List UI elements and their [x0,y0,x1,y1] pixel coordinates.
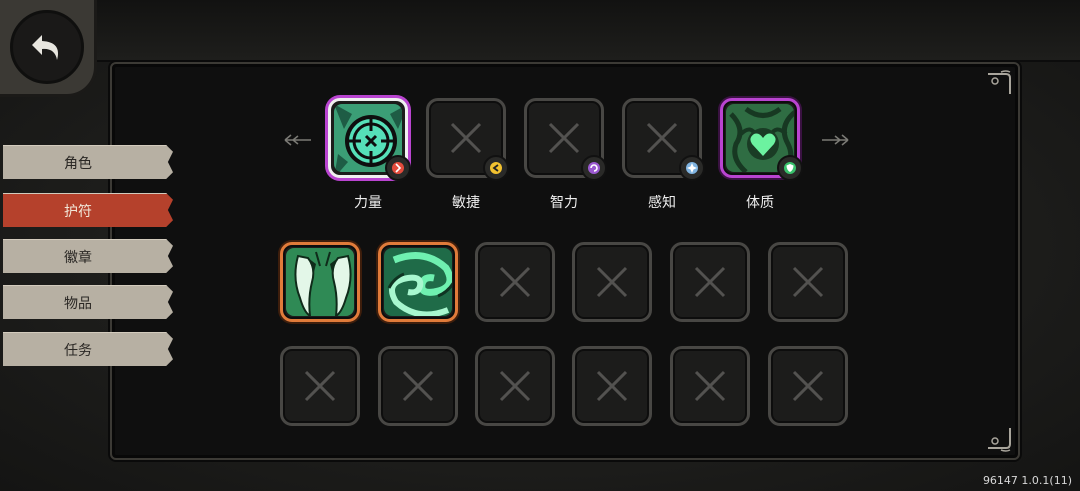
corner-ornament-bottom-right [984,424,1014,454]
stat-slot-strength[interactable] [328,98,411,181]
empty-slot-x-icon [596,370,628,402]
perception-badge-icon [679,155,705,181]
agility-badge-icon [483,155,509,181]
empty-slot-x-icon [646,122,678,154]
tab-label: 护符 [64,203,92,220]
back-arrow-icon [10,10,84,84]
stat-slot-perception[interactable] [622,98,705,181]
stat-label-agility: 敏捷 [452,195,480,211]
tab-quests[interactable]: 任务 [3,332,173,366]
tab-label: 物品 [64,295,92,312]
charm-slot[interactable] [768,346,848,426]
empty-slot-x-icon [792,266,824,298]
charm-slot[interactable] [475,242,555,322]
tab-badges[interactable]: 徽章 [3,239,173,273]
tab-label: 徽章 [64,249,92,266]
claws-charm-icon [286,248,354,316]
charm-slot[interactable] [280,346,360,426]
tab-character[interactable]: 角色 [3,145,173,179]
strength-badge-icon [385,155,411,181]
empty-slot-x-icon [499,266,531,298]
prev-page-arrow-icon[interactable] [283,132,313,148]
charm-slot[interactable] [280,242,360,322]
empty-slot-x-icon [402,370,434,402]
version-label: 96147 1.0.1(11) [982,474,1072,487]
charm-slot[interactable] [670,242,750,322]
tab-label: 任务 [64,342,92,359]
next-page-arrow-icon[interactable] [820,132,850,148]
charm-slot[interactable] [378,242,458,322]
charm-slot[interactable] [572,242,652,322]
charm-slot[interactable] [670,346,750,426]
empty-slot-x-icon [450,122,482,154]
empty-slot-x-icon [499,370,531,402]
tab-label: 角色 [64,155,92,172]
charm-slot[interactable] [572,346,652,426]
charm-slot[interactable] [475,346,555,426]
empty-slot-x-icon [304,370,336,402]
empty-slot-x-icon [694,370,726,402]
constitution-badge-icon [777,155,803,181]
empty-slot-x-icon [548,122,580,154]
stat-label-intellect: 智力 [550,195,578,211]
tab-charms[interactable]: 护符 [3,193,173,227]
corner-ornament-top-right [984,68,1014,98]
top-frame-rail [0,0,1080,62]
empty-slot-x-icon [596,266,628,298]
charm-slot[interactable] [378,346,458,426]
stat-slot-constitution[interactable] [720,98,803,181]
empty-slot-x-icon [792,370,824,402]
vortex-charm-icon [384,248,452,316]
stat-slot-intellect[interactable] [524,98,607,181]
stat-slot-agility[interactable] [426,98,509,181]
tab-items[interactable]: 物品 [3,285,173,319]
stat-label-perception: 感知 [648,195,676,211]
charm-slot[interactable] [768,242,848,322]
empty-slot-x-icon [694,266,726,298]
stat-label-constitution: 体质 [746,195,774,211]
stat-label-strength: 力量 [354,195,382,211]
intellect-badge-icon [581,155,607,181]
back-button[interactable] [0,0,97,97]
